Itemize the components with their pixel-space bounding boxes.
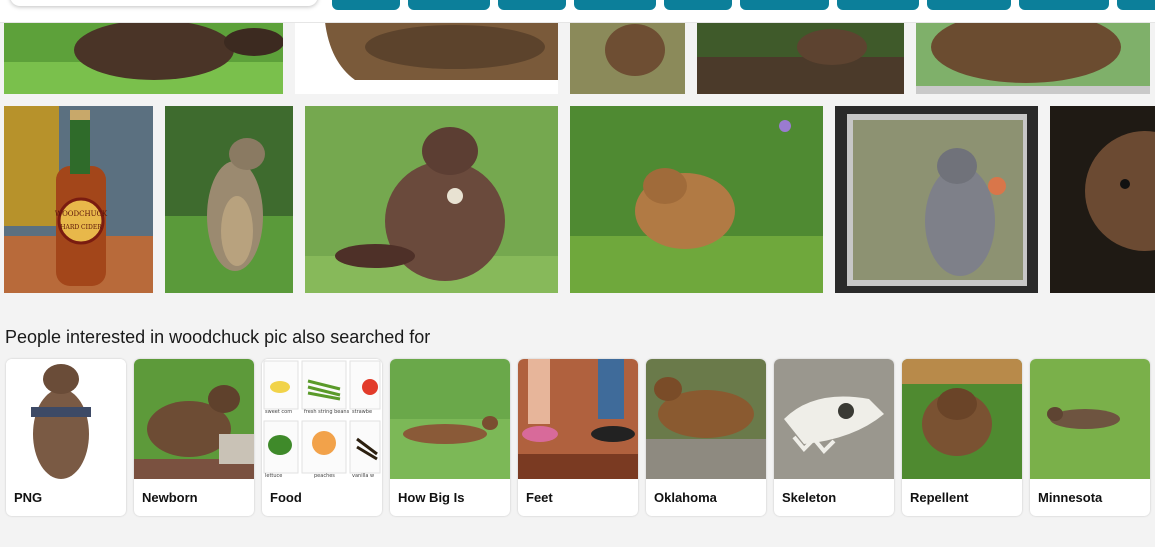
image-result[interactable]	[570, 22, 685, 94]
filter-pill[interactable]	[837, 0, 919, 10]
related-search-card-minnesota[interactable]: Minnesota	[1030, 359, 1150, 516]
food-caption: strawbe	[352, 409, 372, 415]
related-search-thumbnail	[774, 359, 894, 479]
related-search-thumbnail	[390, 359, 510, 479]
related-search-label: Skeleton	[782, 490, 837, 505]
filter-pill[interactable]	[332, 0, 400, 10]
image-result[interactable]	[916, 22, 1150, 94]
related-search-thumbnail	[6, 359, 126, 479]
filter-pill[interactable]	[408, 0, 490, 10]
food-caption: lettuce	[265, 473, 282, 479]
related-search-card-feet[interactable]: Feet	[518, 359, 638, 516]
image-result[interactable]	[1050, 106, 1155, 293]
beer-label-text: WOODCHUCK	[55, 210, 108, 218]
top-bar	[0, 0, 1155, 23]
related-search-label: Feet	[526, 490, 553, 505]
related-search-thumbnail	[1030, 359, 1150, 479]
related-search-card-food[interactable]: sweet corn fresh string beans strawbe le…	[262, 359, 382, 516]
image-result[interactable]	[697, 22, 904, 94]
related-search-label: Food	[270, 490, 302, 505]
filter-pill[interactable]	[740, 0, 829, 10]
related-search-label: Repellent	[910, 490, 969, 505]
related-search-card-png[interactable]: PNG	[6, 359, 126, 516]
related-search-card-skeleton[interactable]: Skeleton	[774, 359, 894, 516]
related-search-thumbnail: sweet corn fresh string beans strawbe le…	[262, 359, 382, 479]
related-search-label: Oklahoma	[654, 490, 717, 505]
related-search-thumbnail	[902, 359, 1022, 479]
image-result[interactable]	[4, 22, 283, 94]
image-result[interactable]	[305, 106, 558, 293]
filter-pill[interactable]	[1117, 0, 1155, 10]
image-result[interactable]	[295, 22, 558, 94]
related-search-thumbnail	[646, 359, 766, 479]
image-result[interactable]	[165, 106, 293, 293]
image-result[interactable]	[570, 106, 823, 293]
food-caption: vanilla w	[352, 473, 374, 479]
search-input[interactable]	[10, 0, 318, 6]
beer-label-subtext: HARD CIDER	[60, 224, 102, 231]
image-result-woodchuck-cider[interactable]: WOODCHUCK HARD CIDER	[4, 106, 153, 293]
filter-pill[interactable]	[664, 0, 732, 10]
related-search-card-newborn[interactable]: Newborn	[134, 359, 254, 516]
food-caption: peaches	[314, 473, 335, 479]
related-search-card-how-big-is[interactable]: How Big Is	[390, 359, 510, 516]
related-search-label: How Big Is	[398, 490, 465, 505]
filter-pill[interactable]	[574, 0, 656, 10]
filter-pill[interactable]	[927, 0, 1011, 10]
related-search-thumbnail	[518, 359, 638, 479]
related-search-label: Newborn	[142, 490, 198, 505]
image-result[interactable]	[835, 106, 1038, 293]
related-search-card-oklahoma[interactable]: Oklahoma	[646, 359, 766, 516]
filter-pill[interactable]	[498, 0, 566, 10]
food-caption: sweet corn	[265, 409, 292, 415]
related-searches-title: People interested in woodchuck pic also …	[5, 327, 431, 347]
related-search-thumbnail	[134, 359, 254, 479]
filter-pill[interactable]	[1019, 0, 1109, 10]
related-search-card-repellent[interactable]: Repellent	[902, 359, 1022, 516]
food-caption: fresh string beans	[304, 409, 350, 415]
related-search-label: Minnesota	[1038, 490, 1103, 505]
related-search-label: PNG	[14, 490, 43, 505]
